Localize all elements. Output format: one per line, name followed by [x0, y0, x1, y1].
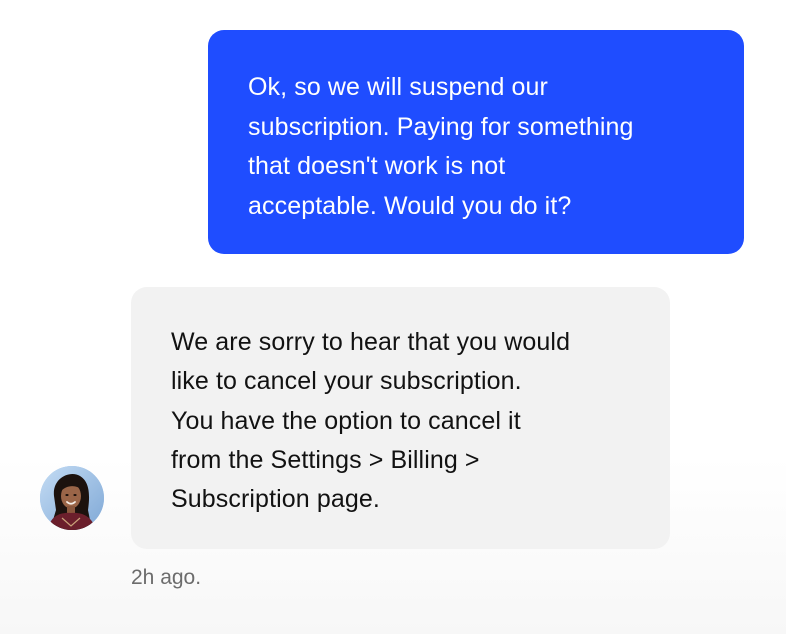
user-message-bubble: Ok, so we will suspend our subscription.… — [208, 30, 744, 254]
user-message-line: subscription. Paying for something — [248, 112, 634, 141]
agent-avatar[interactable] — [40, 466, 104, 530]
message-timestamp: 2h ago. — [131, 566, 202, 589]
chat-thread: Ok, so we will suspend our subscription.… — [0, 0, 786, 634]
agent-avatar-photo-icon — [40, 466, 104, 530]
agent-message-bubble: We are sorry to hear that you would like… — [131, 287, 670, 549]
agent-message-line: from the Settings > Billing > — [171, 445, 480, 474]
agent-message-line: Subscription page. — [171, 485, 380, 514]
user-message-line: Ok, so we will suspend our — [248, 73, 548, 101]
user-message-line: acceptable. Would you do it? — [248, 191, 572, 220]
agent-message-line: You have the option to cancel it — [171, 406, 521, 435]
agent-message-line: We are sorry to hear that you would — [171, 328, 571, 356]
agent-message-line: like to cancel your subscription. — [171, 367, 522, 396]
user-message-line: that doesn't work is not — [248, 152, 506, 180]
